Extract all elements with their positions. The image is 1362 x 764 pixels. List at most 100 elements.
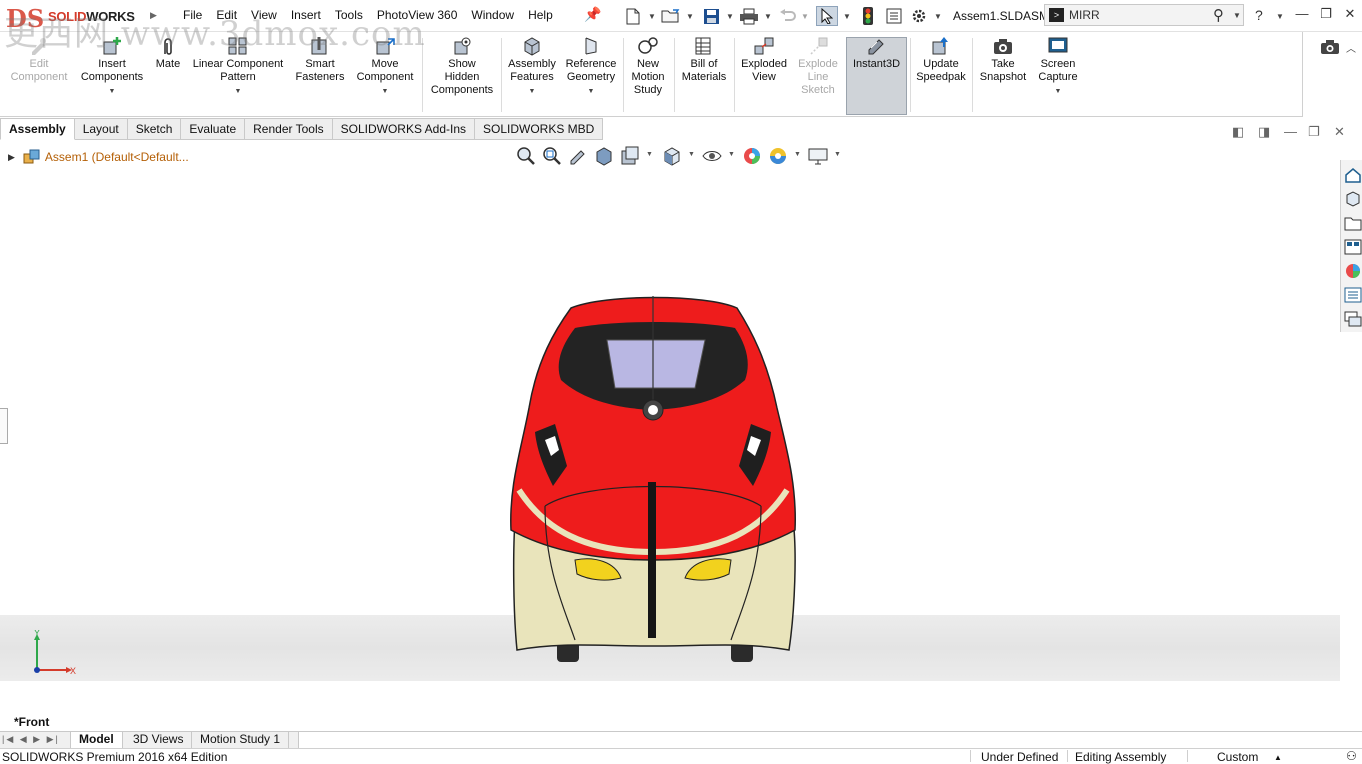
update-speedpak-button[interactable]: Update Speedpak (912, 36, 970, 84)
options-dropdown-icon[interactable]: ▼ (934, 12, 942, 21)
menu-edit[interactable]: Edit (209, 8, 244, 22)
edit-appearance-icon[interactable] (742, 146, 762, 166)
previous-view-icon[interactable] (568, 146, 588, 166)
dynamic-annotation-views-icon[interactable] (620, 146, 640, 166)
show-hidden-components-button[interactable]: Show Hidden Components (426, 36, 498, 97)
tab-evaluate[interactable]: Evaluate (181, 118, 246, 140)
capture-camera-icon[interactable] (1320, 39, 1340, 55)
tile-right-icon[interactable]: ◨ (1258, 124, 1270, 140)
solidworks-forum-icon[interactable] (1344, 310, 1362, 328)
pin-menu-icon[interactable]: 📌 (584, 6, 601, 24)
search-icon[interactable]: ⚲ (1213, 6, 1224, 24)
file-explorer-icon[interactable] (1344, 214, 1362, 232)
tab-assembly[interactable]: Assembly (0, 118, 75, 140)
view-orientation-dropdown-icon[interactable]: ▼ (646, 151, 653, 158)
menu-view[interactable]: View (244, 8, 284, 22)
new-motion-study-button[interactable]: New Motion Study (624, 36, 672, 97)
unit-system-selector[interactable]: Custom (1217, 750, 1258, 764)
open-document-icon[interactable] (660, 6, 682, 26)
instant3d-button[interactable]: Instant3D (846, 36, 907, 71)
tab-model[interactable]: Model (70, 732, 123, 748)
tab-layout[interactable]: Layout (74, 118, 128, 140)
horizontal-scrollbar[interactable] (298, 732, 1362, 748)
tile-left-icon[interactable]: ◧ (1232, 124, 1244, 140)
help-dropdown-icon[interactable]: ▼ (1276, 12, 1284, 21)
tab-solidworks-mbd[interactable]: SOLIDWORKS MBD (475, 118, 604, 140)
explode-line-sketch-button[interactable]: Explode Line Sketch (794, 36, 842, 97)
feature-tree-expand-handle[interactable] (0, 408, 8, 444)
tab-motion-study-1[interactable]: Motion Study 1 (192, 732, 290, 748)
insert-components-dropdown-icon[interactable]: ▼ (76, 85, 148, 98)
save-dropdown-icon[interactable]: ▼ (726, 12, 734, 21)
menu-window[interactable]: Window (464, 8, 521, 22)
doc-close-icon[interactable]: ✕ (1334, 124, 1345, 140)
print-dropdown-icon[interactable]: ▼ (764, 12, 772, 21)
search-input[interactable] (1069, 7, 1209, 23)
undo-dropdown-icon[interactable]: ▼ (801, 12, 809, 21)
linear-pattern-dropdown-icon[interactable]: ▼ (188, 85, 288, 98)
bill-of-materials-button[interactable]: Bill of Materials (676, 36, 732, 84)
print-icon[interactable] (738, 6, 760, 26)
view-palette-icon[interactable] (1344, 238, 1362, 256)
train-model[interactable] (505, 290, 801, 665)
file-properties-icon[interactable] (883, 6, 905, 26)
reference-geometry-button[interactable]: Reference Geometry ▼ (562, 36, 620, 98)
insert-components-button[interactable]: Insert Components ▼ (76, 36, 148, 98)
select-dropdown-icon[interactable]: ▼ (843, 12, 851, 21)
section-view-icon[interactable] (594, 146, 614, 166)
screen-capture-dropdown-icon[interactable]: ▼ (1032, 85, 1084, 98)
linear-component-pattern-button[interactable]: Linear Component Pattern ▼ (188, 36, 288, 98)
view-settings-monitor-icon[interactable] (808, 146, 828, 166)
unit-system-up-arrow-icon[interactable]: ▲ (1274, 753, 1282, 762)
hide-show-dropdown-icon[interactable]: ▼ (728, 151, 735, 158)
view-orientation-cube-icon[interactable] (662, 146, 682, 166)
menu-help[interactable]: Help (521, 8, 560, 22)
tab-sketch[interactable]: Sketch (127, 118, 182, 140)
command-search[interactable]: > ⚲ ▼ (1044, 4, 1244, 26)
custom-properties-icon[interactable] (1344, 286, 1362, 304)
design-library-icon[interactable] (1344, 190, 1362, 208)
options-gear-icon[interactable] (908, 6, 930, 26)
hide-show-items-icon[interactable] (702, 146, 722, 166)
menu-photoview[interactable]: PhotoView 360 (370, 8, 465, 22)
ribbon-collapse-icon[interactable]: ︿ (1346, 40, 1356, 55)
tab-3d-views[interactable]: 3D Views (125, 732, 193, 748)
menu-insert[interactable]: Insert (284, 8, 328, 22)
zoom-to-area-icon[interactable] (542, 146, 562, 166)
apply-scene-dropdown-icon[interactable]: ▼ (794, 151, 801, 158)
expand-arrow-icon[interactable]: ▶ (8, 152, 15, 163)
open-dropdown-icon[interactable]: ▼ (686, 12, 694, 21)
tab-render-tools[interactable]: Render Tools (245, 118, 333, 140)
close-icon[interactable]: ✕ (1340, 6, 1360, 24)
logo-menu-arrow-icon[interactable]: ▶ (150, 10, 157, 21)
mate-button[interactable]: Mate (150, 36, 186, 71)
apply-scene-icon[interactable] (768, 146, 788, 166)
select-icon[interactable] (816, 6, 838, 26)
edit-component-button[interactable]: Edit Component (6, 36, 72, 84)
zoom-to-fit-icon[interactable] (516, 146, 536, 166)
view-settings-dropdown-icon[interactable]: ▼ (834, 151, 841, 158)
save-icon[interactable] (700, 6, 722, 26)
solidworks-resources-home-icon[interactable] (1344, 166, 1362, 184)
reference-geometry-dropdown-icon[interactable]: ▼ (562, 85, 620, 98)
display-style-dropdown-icon[interactable]: ▼ (688, 151, 695, 158)
doc-minimize-icon[interactable]: — (1284, 124, 1297, 139)
search-dropdown-icon[interactable]: ▼ (1233, 11, 1241, 20)
graphics-area[interactable]: ▶ Assem1 (Default<Default... ▼ ▼ ▼ ▼ ▼ Y… (0, 140, 1340, 732)
restore-icon[interactable]: ❐ (1316, 6, 1336, 24)
help-chat-icon[interactable]: ⚇ (1346, 749, 1357, 763)
solidworks-logo[interactable]: DS SOLIDWORKS (6, 4, 146, 33)
feature-tree-root[interactable]: ▶ Assem1 (Default<Default... (8, 148, 189, 166)
appearances-icon[interactable] (1344, 262, 1362, 280)
tab-scroll-arrows-icon[interactable]: |◀ ◀ ▶ ▶| (2, 734, 60, 745)
minimize-icon[interactable]: — (1292, 6, 1312, 24)
move-component-dropdown-icon[interactable]: ▼ (352, 85, 418, 98)
take-snapshot-button[interactable]: Take Snapshot (974, 36, 1032, 84)
undo-icon[interactable] (777, 6, 799, 26)
doc-restore-icon[interactable]: ❐ (1308, 124, 1320, 140)
assembly-features-dropdown-icon[interactable]: ▼ (504, 85, 560, 98)
screen-capture-button[interactable]: Screen Capture ▼ (1032, 36, 1084, 98)
smart-fasteners-button[interactable]: Smart Fasteners (290, 36, 350, 84)
rebuild-traffic-light-icon[interactable] (857, 6, 879, 26)
tab-solidworks-addins[interactable]: SOLIDWORKS Add-Ins (332, 118, 475, 140)
